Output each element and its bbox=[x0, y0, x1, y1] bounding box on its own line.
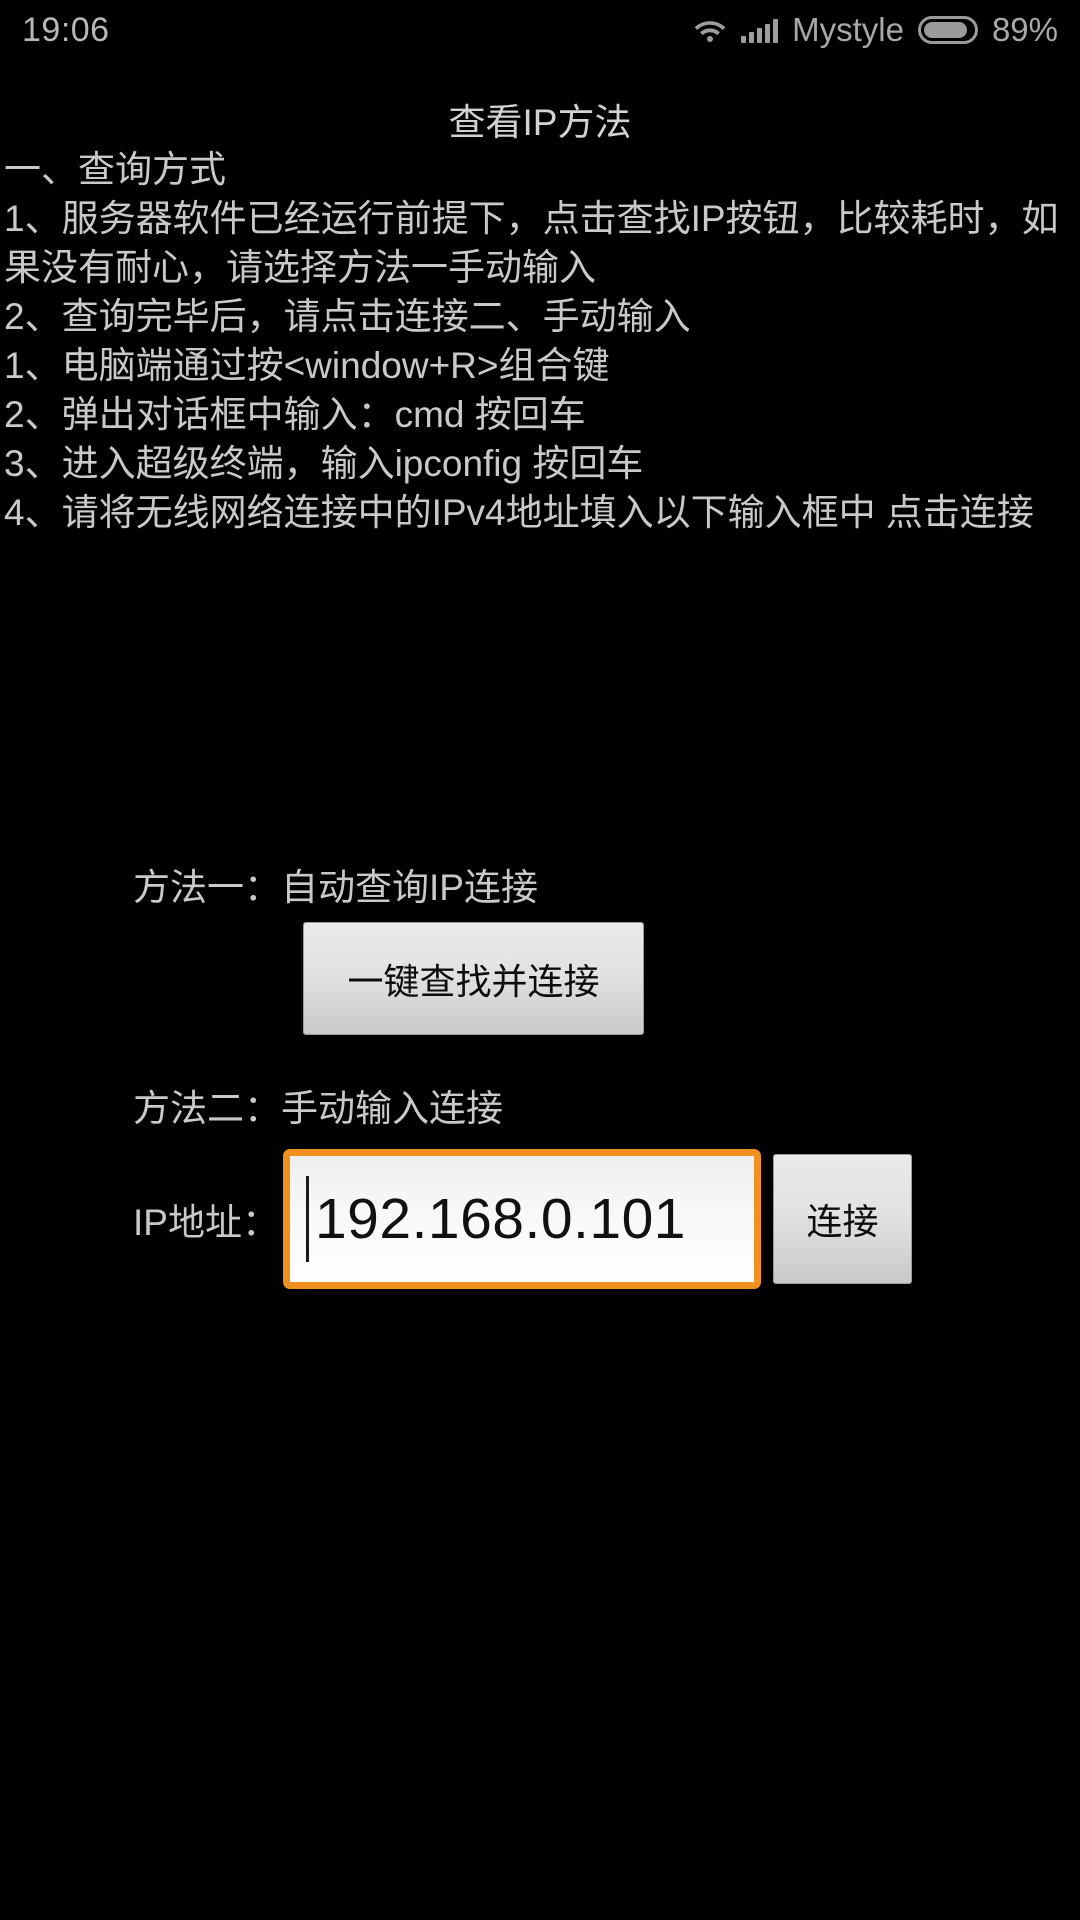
instructions-block: 一、查询方式 1、服务器软件已经运行前提下，点击查找IP按钮，比较耗时，如果没有… bbox=[0, 145, 1080, 537]
page-title: 查看IP方法 bbox=[448, 102, 632, 143]
instruction-line: 2、查询完毕后，请点击连接二、手动输入 bbox=[4, 296, 691, 337]
status-bar-indicators: Mystyle 89% bbox=[693, 11, 1058, 49]
status-bar: 19:06 Mystyle 89% bbox=[0, 0, 1080, 60]
instruction-line: 1、电脑端通过按<window+R>组合键 bbox=[4, 345, 610, 386]
ip-address-label: IP地址： bbox=[133, 1202, 279, 1243]
instruction-line: 一、查询方式 bbox=[4, 149, 226, 190]
methods-section: 方法一：自动查询IP连接 一键查找并连接 方法二：手动输入连接 IP地址： 19… bbox=[0, 860, 1080, 1289]
ip-address-input[interactable]: 192.168.0.101 bbox=[282, 1149, 761, 1289]
method-one-row: 一键查找并连接 bbox=[0, 922, 1080, 1035]
battery-icon bbox=[917, 16, 978, 44]
ip-address-value: 192.168.0.101 bbox=[314, 1187, 686, 1251]
instruction-line: 4、请将无线网络连接中的IPv4地址填入以下输入框中 点击连接 bbox=[4, 492, 1034, 533]
instruction-line: 2、弹出对话框中输入：cmd 按回车 bbox=[4, 394, 586, 435]
carrier-label: Mystyle bbox=[792, 11, 904, 48]
method-two-row: IP地址： 192.168.0.101 连接 bbox=[0, 1149, 1080, 1289]
status-bar-clock: 19:06 bbox=[22, 10, 110, 49]
signal-bars-icon bbox=[741, 17, 779, 43]
instruction-line: 3、进入超级终端，输入ipconfig 按回车 bbox=[4, 443, 644, 484]
method-one-label: 方法一：自动查询IP连接 bbox=[133, 867, 538, 908]
method-two-label: 方法二：手动输入连接 bbox=[133, 1088, 503, 1129]
text-caret bbox=[305, 1176, 309, 1262]
auto-find-and-connect-button[interactable]: 一键查找并连接 bbox=[303, 922, 644, 1035]
wifi-icon bbox=[693, 17, 727, 43]
connect-button[interactable]: 连接 bbox=[772, 1154, 912, 1284]
instruction-line: 1、服务器软件已经运行前提下，点击查找IP按钮，比较耗时，如果没有耐心，请选择方… bbox=[4, 198, 1059, 288]
battery-percent-label: 89% bbox=[991, 11, 1058, 48]
